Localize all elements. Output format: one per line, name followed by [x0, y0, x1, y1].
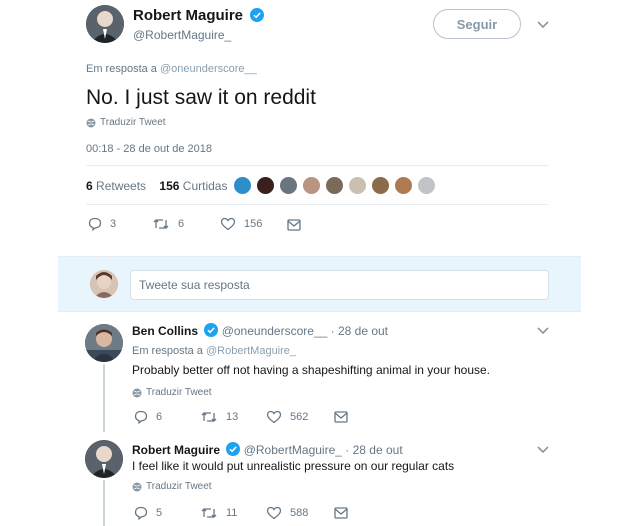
reply-in-reply-to: Em resposta a @RobertMaguire_ [132, 345, 296, 357]
chevron-down-icon[interactable] [537, 327, 549, 335]
divider [86, 165, 548, 166]
thread-connector [103, 364, 105, 432]
verified-badge-icon [250, 8, 265, 22]
liker-avatar[interactable] [302, 176, 321, 195]
liker-avatar[interactable] [371, 176, 390, 195]
like-action[interactable]: 588 [266, 506, 308, 520]
verified-badge-icon [204, 323, 219, 337]
translate-tweet-link[interactable]: Traduzir Tweet [132, 481, 212, 492]
reply-header: Ben Collins @oneunderscore__ · 28 de out [132, 323, 388, 338]
retweet-icon [153, 219, 169, 229]
heart-icon [266, 410, 282, 424]
liker-avatar[interactable] [394, 176, 413, 195]
reply-text: Probably better off not having a shapesh… [132, 363, 491, 377]
message-icon[interactable] [287, 219, 301, 231]
reply-author-handle[interactable]: @oneunderscore__ [222, 324, 328, 338]
retweet-icon [201, 412, 217, 422]
current-user-avatar[interactable] [90, 270, 118, 298]
liker-avatar[interactable] [233, 176, 252, 195]
liker-avatar[interactable] [325, 176, 344, 195]
reply-author-name[interactable]: Robert Maguire [132, 443, 220, 457]
reply-icon [88, 217, 102, 231]
likes-label[interactable]: Curtidas [183, 179, 228, 193]
thread-connector [103, 480, 105, 526]
retweets-count[interactable]: 6 [86, 179, 93, 193]
likes-count[interactable]: 156 [159, 179, 179, 193]
in-reply-to-line: Em resposta a @oneunderscore__ [86, 63, 257, 75]
reply-action[interactable]: 6 [134, 410, 162, 424]
reply-input[interactable]: Tweete sua resposta [130, 270, 549, 300]
reply-action[interactable]: 5 [134, 506, 162, 520]
like-action[interactable]: 156 [220, 217, 262, 231]
reply-icon [134, 506, 148, 520]
message-icon[interactable] [334, 411, 348, 423]
reply-date[interactable]: · 28 de out [331, 324, 388, 338]
reply-text: I feel like it would put unrealistic pre… [132, 459, 455, 473]
retweet-action[interactable]: 11 [200, 506, 237, 520]
stats-row: 6 Retweets 156 Curtidas [86, 179, 227, 193]
reply-action[interactable]: 3 [88, 217, 116, 231]
translate-label[interactable]: Traduzir Tweet [146, 481, 212, 492]
like-count: 588 [290, 507, 309, 519]
likes-stat[interactable]: 156 Curtidas [159, 179, 227, 193]
reply-avatar[interactable] [85, 440, 123, 478]
retweet-action[interactable]: 6 [152, 217, 184, 231]
globe-icon [132, 388, 142, 397]
translate-tweet-link[interactable]: Traduzir Tweet [86, 117, 166, 128]
retweet-count: 13 [226, 411, 239, 423]
reply-date[interactable]: · 28 de out [345, 443, 402, 457]
translate-tweet-link[interactable]: Traduzir Tweet [132, 387, 212, 398]
translate-label[interactable]: Traduzir Tweet [146, 387, 212, 398]
retweets-stat[interactable]: 6 Retweets [86, 179, 146, 193]
reply-icon [134, 410, 148, 424]
chevron-down-icon[interactable] [537, 446, 549, 454]
verified-badge-icon [226, 442, 241, 456]
author-name[interactable]: Robert Maguire [133, 7, 243, 24]
in-reply-prefix: Em resposta a [86, 63, 157, 75]
reply-author-handle[interactable]: @RobertMaguire_ [244, 443, 342, 457]
tweet-timestamp[interactable]: 00:18 - 28 de out de 2018 [86, 143, 212, 155]
in-reply-prefix: Em resposta a [132, 345, 203, 357]
heart-icon [220, 217, 236, 231]
like-count: 562 [290, 411, 309, 423]
like-action[interactable]: 562 [266, 410, 308, 424]
reply-placeholder: Tweete sua resposta [139, 278, 250, 292]
liker-avatar[interactable] [256, 176, 275, 195]
message-icon[interactable] [334, 507, 348, 519]
liker-avatar[interactable] [348, 176, 367, 195]
retweets-label[interactable]: Retweets [96, 179, 146, 193]
retweet-count: 11 [226, 507, 238, 519]
reply-author-name[interactable]: Ben Collins [132, 324, 198, 338]
in-reply-to-link[interactable]: @oneunderscore__ [160, 63, 257, 75]
author-name-row[interactable]: Robert Maguire [133, 7, 265, 24]
reply-count: 5 [156, 507, 163, 519]
liker-avatar[interactable] [417, 176, 436, 195]
retweet-action[interactable]: 13 [200, 410, 238, 424]
retweet-icon [201, 508, 217, 518]
follow-button[interactable]: Seguir [433, 9, 521, 39]
like-count: 156 [244, 218, 263, 230]
author-avatar[interactable] [86, 5, 124, 43]
globe-icon [86, 118, 96, 127]
heart-icon [266, 506, 282, 520]
divider [86, 204, 548, 205]
reply-count: 3 [110, 218, 117, 230]
liker-avatar[interactable] [279, 176, 298, 195]
reply-header: Robert Maguire @RobertMaguire_ · 28 de o… [132, 442, 403, 457]
tweet-text: No. I just saw it on reddit [86, 86, 316, 109]
chevron-down-icon[interactable] [537, 21, 549, 29]
translate-label[interactable]: Traduzir Tweet [100, 117, 166, 128]
likers-avatars [233, 176, 440, 196]
retweet-count: 6 [178, 218, 185, 230]
reply-count: 6 [156, 411, 163, 423]
in-reply-to-link[interactable]: @RobertMaguire_ [206, 345, 296, 357]
globe-icon [132, 482, 142, 491]
author-handle[interactable]: @RobertMaguire_ [133, 28, 231, 42]
reply-avatar[interactable] [85, 324, 123, 362]
